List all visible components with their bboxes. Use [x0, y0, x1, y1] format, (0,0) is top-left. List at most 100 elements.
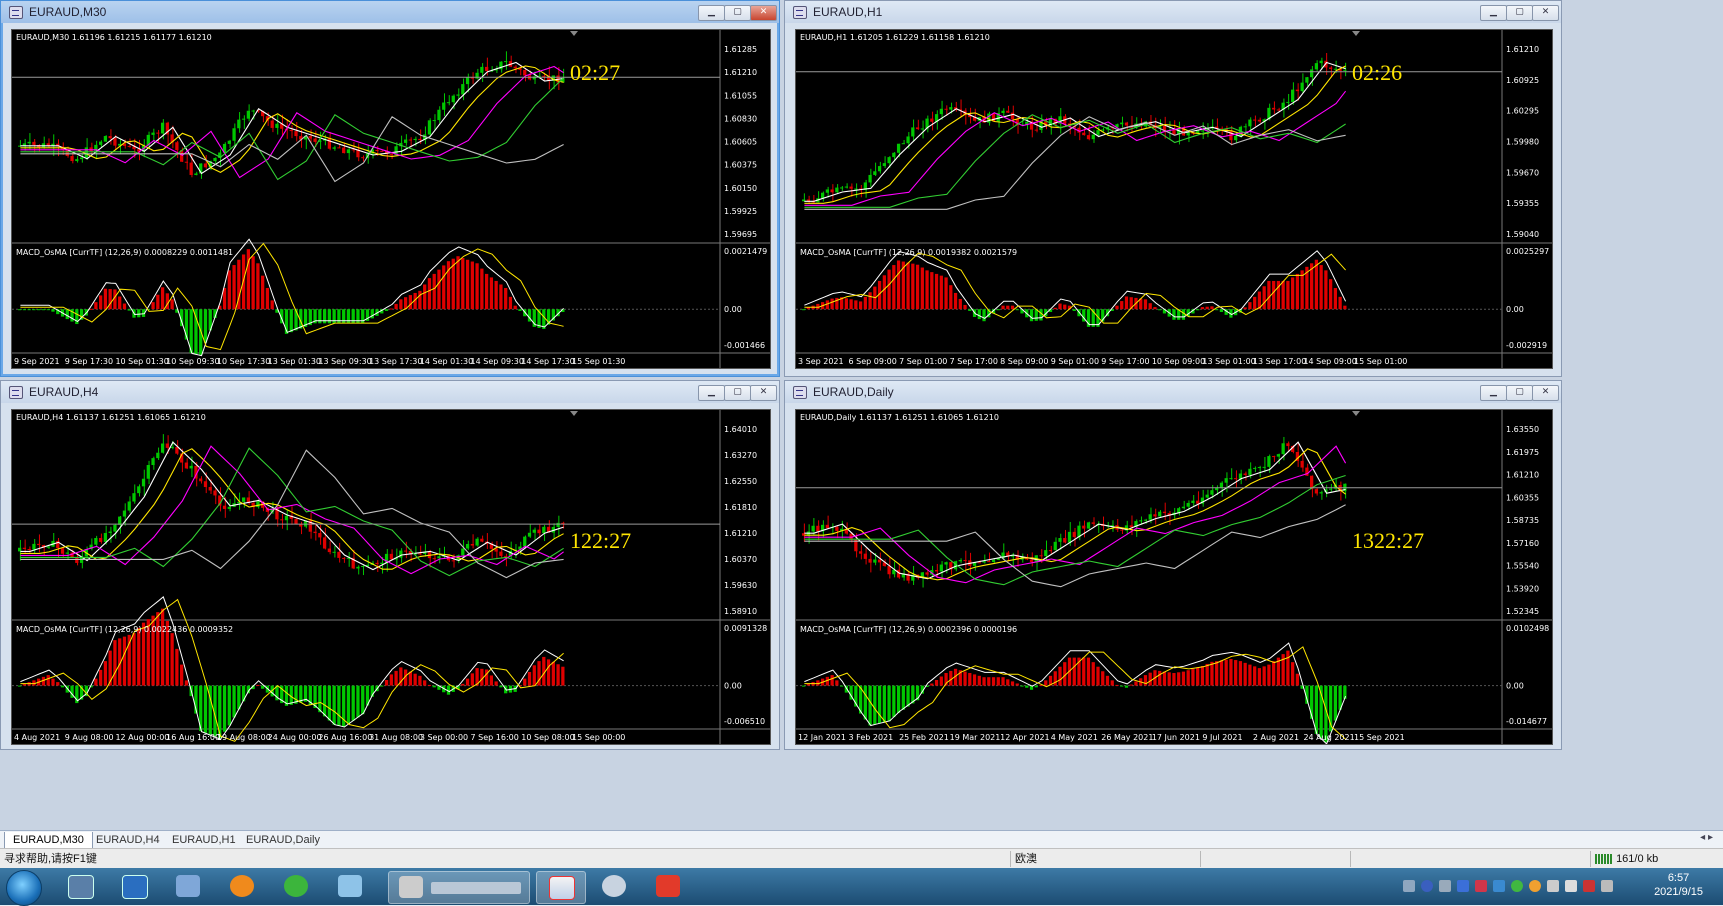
candle-countdown: 1322:27 — [1352, 528, 1425, 553]
price-chart-area[interactable]: 1.61210 1.60925 1.60295 1.59980 1.59670 1.593… — [795, 29, 1553, 369]
macd-histogram-bar — [939, 676, 943, 686]
price-axis-label: 1.60605 — [724, 138, 757, 147]
macd-histogram-bar — [194, 309, 198, 355]
macd-histogram-bar — [222, 685, 227, 732]
tray-keyboard-icon[interactable] — [1403, 880, 1415, 892]
price-chart-area[interactable]: 1.63550 1.61975 1.61210 1.60355 1.58735 1.571… — [795, 409, 1553, 745]
tab-euraud-m30[interactable]: EURAUD,M30 — [4, 832, 93, 849]
price-chart-area[interactable]: 1.64010 1.63270 1.62550 1.61810 1.61210 1.603… — [11, 409, 771, 745]
candle-body — [127, 501, 131, 511]
close-button[interactable]: ✕ — [1532, 5, 1559, 21]
window-titlebar[interactable]: EURAUD,H1 ▁ ▢ ✕ — [785, 1, 1561, 23]
macd-histogram-bar — [1267, 280, 1271, 310]
candle-body — [1034, 129, 1038, 131]
time-axis-label: 15 Sep 00:00 — [572, 733, 625, 742]
macd-histogram-bar — [1143, 675, 1148, 686]
taskbar-app-button[interactable] — [272, 871, 320, 902]
maximize-button[interactable]: ▢ — [1506, 385, 1533, 401]
macd-histogram-bar — [1120, 301, 1124, 310]
taskbar-app-button[interactable] — [326, 871, 374, 902]
maximize-button[interactable]: ▢ — [1506, 5, 1533, 21]
candle-body — [313, 531, 317, 534]
macd-histogram-bar — [1253, 296, 1257, 310]
taskbar-app-button[interactable] — [218, 871, 266, 902]
taskbar-clock[interactable]: 6:57 2021/9/15 — [1654, 871, 1703, 899]
macd-histogram-bar — [934, 680, 939, 686]
candle-body — [342, 557, 346, 559]
candle-body — [820, 192, 825, 199]
macd-histogram-bar — [925, 270, 929, 310]
taskbar-app-button-blurred[interactable] — [388, 871, 530, 904]
chart-window-euraud-daily[interactable]: EURAUD,Daily ▁ ▢ ✕ 1.63550 1.61975 1.61210… — [784, 380, 1562, 750]
tab-scroll-arrows-icon[interactable]: ◂ ▸ — [1700, 832, 1713, 843]
candle-body — [84, 147, 88, 158]
macd-histogram-bar — [1115, 684, 1119, 686]
maximize-button[interactable]: ▢ — [724, 5, 751, 21]
tray-shield-icon[interactable] — [1457, 880, 1469, 892]
tray-security-icon[interactable] — [1475, 880, 1487, 892]
tray-flag-icon[interactable] — [1565, 880, 1577, 892]
macd-histogram-bar — [1186, 670, 1190, 686]
window-titlebar[interactable]: EURAUD,Daily ▁ ▢ ✕ — [785, 381, 1561, 403]
minimize-button[interactable]: ▁ — [1480, 385, 1507, 401]
macd-histogram-bar — [1181, 671, 1186, 686]
chart-svg[interactable]: 1.63550 1.61975 1.61210 1.60355 1.58735 1.571… — [796, 410, 1552, 744]
candle-body — [1063, 538, 1067, 543]
window-titlebar[interactable]: EURAUD,H4 ▁ ▢ ✕ — [1, 381, 779, 403]
price-axis-label: 1.61055 — [724, 91, 757, 100]
taskbar-metatrader-button[interactable] — [536, 871, 586, 904]
macd-histogram-bar — [1196, 309, 1200, 311]
window-titlebar[interactable]: EURAUD,M30 ▁ ▢ ✕ — [1, 1, 779, 23]
taskbar-app-button[interactable] — [110, 871, 158, 902]
tray-network-icon[interactable] — [1439, 880, 1451, 892]
tab-euraud-daily[interactable]: EURAUD,Daily — [238, 832, 328, 848]
macd-histogram-bar — [963, 304, 967, 310]
minimize-button[interactable]: ▁ — [1480, 5, 1507, 21]
chart-svg[interactable]: 1.61210 1.60925 1.60295 1.59980 1.59670 1.593… — [796, 30, 1552, 368]
candle-body — [65, 552, 69, 554]
tray-app-icon[interactable] — [1529, 880, 1541, 892]
chart-window-euraud-m30[interactable]: EURAUD,M30 ▁ ▢ ✕ 1.61285 1.61210 1.61055 1.… — [0, 0, 780, 377]
minimize-button[interactable]: ▁ — [698, 5, 725, 21]
macd-histogram-bar — [456, 256, 460, 310]
tray-volume-icon[interactable] — [1601, 880, 1613, 892]
taskbar-app-button[interactable] — [164, 871, 212, 902]
chart-window-euraud-h1[interactable]: EURAUD,H1 ▁ ▢ ✕ 1.61210 1.60925 1.60295 1.5… — [784, 0, 1562, 377]
candle-body — [944, 108, 948, 110]
macd-histogram-bar — [418, 290, 422, 310]
maximize-button[interactable]: ▢ — [724, 385, 751, 401]
tray-help-icon[interactable] — [1421, 880, 1433, 892]
candle-body — [470, 543, 474, 546]
tray-wechat-icon[interactable] — [1511, 880, 1523, 892]
macd-histogram-bar — [1105, 675, 1110, 686]
minimize-button[interactable]: ▁ — [698, 385, 725, 401]
tab-euraud-h4[interactable]: EURAUD,H4 — [88, 832, 168, 848]
tray-bluetooth-icon[interactable] — [1493, 880, 1505, 892]
candle-body — [987, 561, 991, 563]
candle-body — [175, 447, 179, 454]
chart-window-euraud-h4[interactable]: EURAUD,H4 ▁ ▢ ✕ 1.64010 1.63270 1.62550 1.6… — [0, 380, 780, 750]
price-chart-area[interactable]: 1.61285 1.61210 1.61055 1.60830 1.60605 1.603… — [11, 29, 771, 369]
start-button-icon[interactable] — [6, 870, 42, 906]
macd-histogram-bar — [911, 263, 915, 310]
tray-alert-icon[interactable] — [1583, 880, 1595, 892]
taskbar-app-button[interactable] — [56, 871, 104, 902]
macd-histogram-bar — [561, 666, 565, 686]
taskbar-app-button[interactable] — [590, 871, 638, 902]
macd-histogram-bar — [1234, 660, 1238, 686]
time-axis-label: 25 Feb 2021 — [899, 733, 949, 742]
close-button[interactable]: ✕ — [750, 385, 777, 401]
chart-svg[interactable]: 1.64010 1.63270 1.62550 1.61810 1.61210 1.603… — [12, 410, 770, 744]
chart-shift-marker-icon — [1352, 31, 1360, 36]
candle-body — [475, 538, 479, 546]
macd-histogram-bar — [1267, 664, 1271, 686]
macd-histogram-bar — [180, 664, 184, 686]
chart-svg[interactable]: 1.61285 1.61210 1.61055 1.60830 1.60605 1.603… — [12, 30, 770, 368]
tab-euraud-h1[interactable]: EURAUD,H1 — [164, 832, 244, 848]
close-button[interactable]: ✕ — [750, 5, 777, 21]
time-axis-label: 16 Aug 16:00 — [166, 733, 220, 742]
macd-histogram-bar — [499, 685, 503, 688]
taskbar-app-button[interactable] — [644, 871, 692, 902]
close-button[interactable]: ✕ — [1532, 385, 1559, 401]
tray-speaker-icon[interactable] — [1547, 880, 1559, 892]
